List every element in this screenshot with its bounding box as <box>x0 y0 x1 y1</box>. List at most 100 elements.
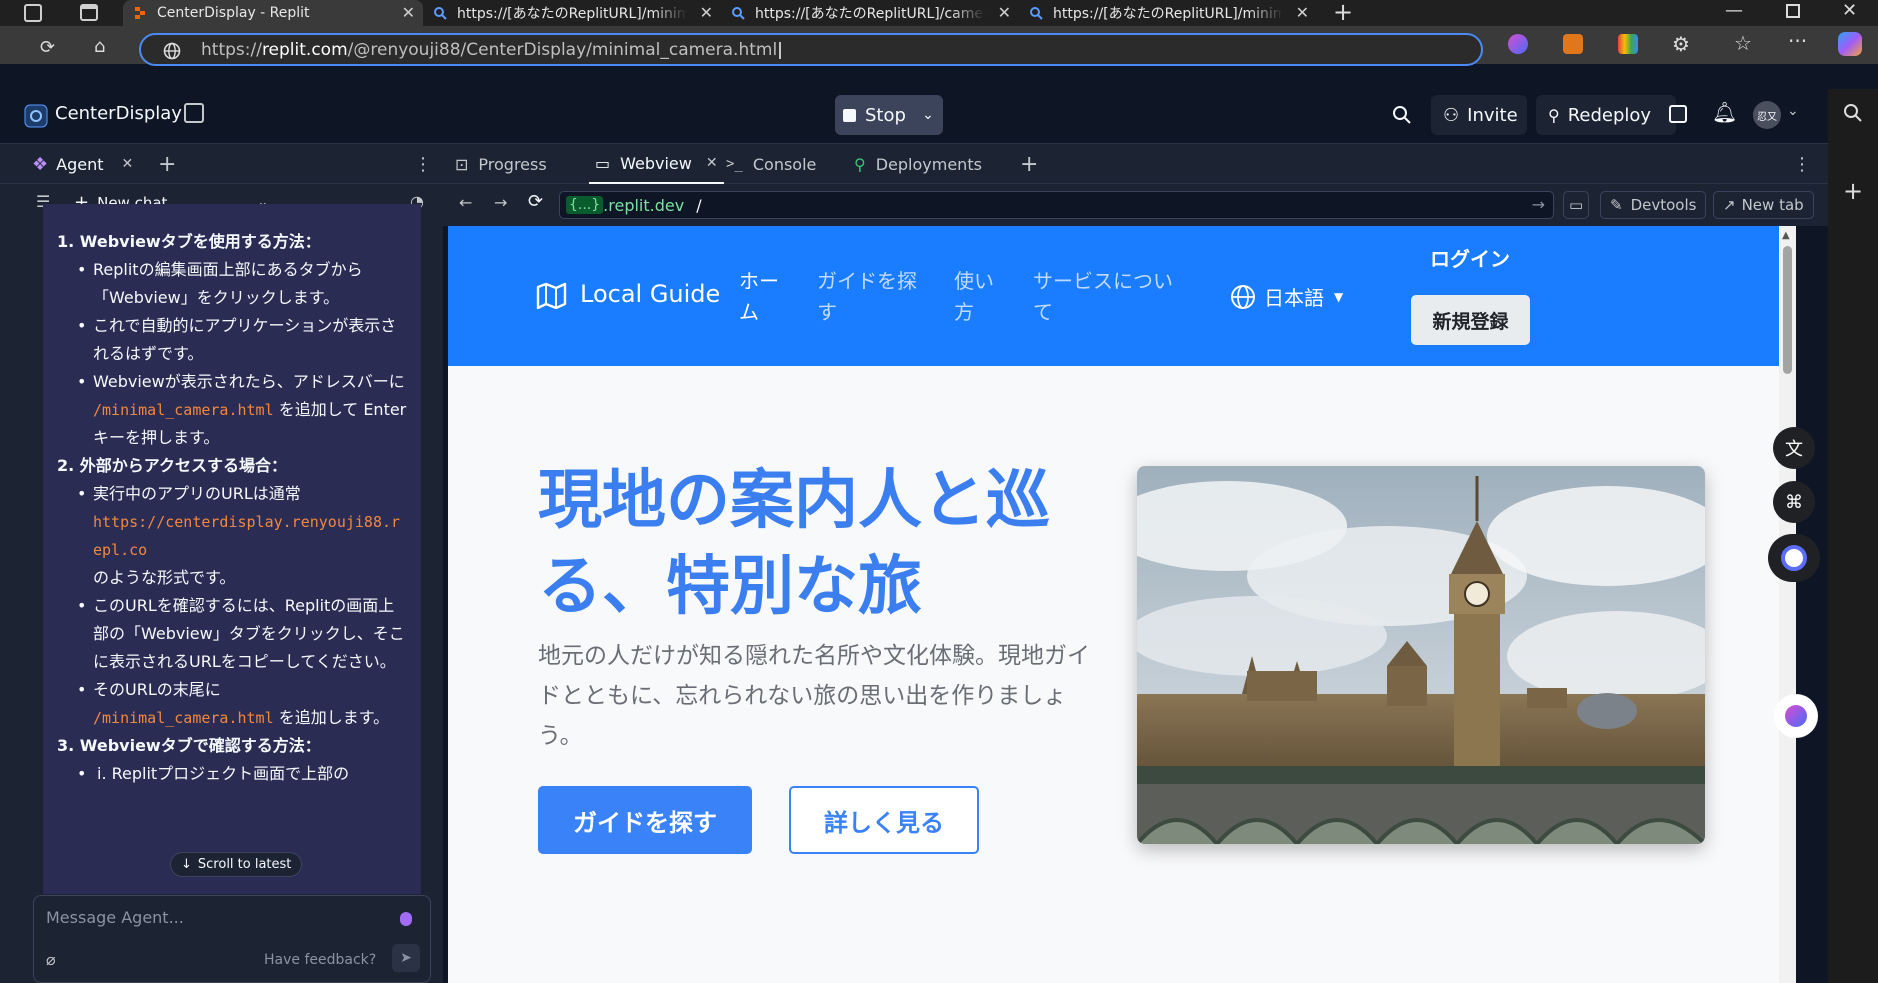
list-item: 実行中のアプリのURLは通常 https://centerdisplay.ren… <box>53 480 411 592</box>
reload-icon[interactable]: ⟳ <box>40 37 55 58</box>
list-item: Webviewが表示されたら、アドレスバーに /minimal_camera.h… <box>53 368 411 452</box>
minimize-window-icon[interactable]: — <box>1725 0 1743 21</box>
search-icon[interactable] <box>1392 105 1412 125</box>
close-window-icon[interactable]: ✕ <box>1842 0 1857 21</box>
sidebar-add-icon[interactable]: + <box>1843 177 1863 205</box>
copilot-float-icon[interactable] <box>1774 694 1818 738</box>
translate-icon[interactable]: 文 <box>1773 427 1815 469</box>
project-info-icon[interactable] <box>184 103 204 123</box>
scrollbar-thumb[interactable] <box>1783 246 1792 374</box>
tab-console[interactable]: >_ Console <box>726 144 816 184</box>
list-item: Replitの編集画面上部にあるタブから「Webview」をクリックします。 <box>53 256 411 312</box>
reload-icon[interactable]: ⟳ <box>528 191 543 212</box>
back-icon[interactable]: ← <box>459 193 472 212</box>
tab-title: https://[あなたのReplitURL]/minimal_camera.h… <box>457 6 687 22</box>
maximize-window-icon[interactable] <box>1786 4 1800 18</box>
tab-agent[interactable]: ❖ Agent ✕ <box>32 144 133 184</box>
project-name[interactable]: CenterDisplay <box>55 103 182 124</box>
favorites-icon[interactable]: ☆ <box>1734 31 1752 55</box>
scroll-latest-label: Scroll to latest <box>197 857 292 872</box>
scroll-up-icon[interactable]: ▲ <box>1782 230 1790 241</box>
terminal-icon: >_ <box>726 156 743 172</box>
site-nav-about-service[interactable]: サービスについて <box>1033 266 1173 328</box>
language-selector[interactable]: 日本語 ▼ <box>1230 282 1343 311</box>
find-guide-button[interactable]: ガイドを探す <box>538 786 752 854</box>
search-favicon-icon <box>1030 7 1043 20</box>
hero-image <box>1137 466 1705 844</box>
address-bar[interactable]: https://replit.com/@renyouji88/CenterDis… <box>139 33 1483 66</box>
sidebar-search-icon[interactable] <box>1843 103 1863 123</box>
learn-more-button[interactable]: 詳しく見る <box>789 786 979 854</box>
inline-code: /minimal_camera.html <box>93 401 274 419</box>
language-label: 日本語 <box>1264 286 1324 310</box>
close-tab-icon[interactable]: ✕ <box>402 3 415 22</box>
close-tab-icon[interactable]: ✕ <box>998 3 1011 22</box>
arrow-down-icon: ↓ <box>181 857 192 872</box>
browser-tab-replit[interactable]: CenterDisplay - Replit ✕ <box>123 0 423 26</box>
add-tab-icon[interactable]: + <box>1020 144 1038 184</box>
list-item: i. Replitプロジェクト画面で上部の <box>53 760 411 788</box>
webview-toolbar: ← → ⟳ {...} .replit.dev / → ▭ ✎ Devtools… <box>443 184 1828 226</box>
tab-deployments[interactable]: ⚲ Deployments <box>854 144 982 184</box>
device-preview-icon[interactable]: ▭ <box>1563 191 1589 219</box>
message-input[interactable]: Message Agent... <box>46 908 184 927</box>
invite-button[interactable]: ⚇ Invite <box>1431 95 1527 135</box>
user-avatar[interactable]: 忍又 <box>1753 101 1781 129</box>
attach-paperclip-icon[interactable]: ⌀ <box>46 950 56 969</box>
close-tab-icon[interactable]: ✕ <box>706 155 718 171</box>
workspaces-icon[interactable] <box>24 4 42 22</box>
deployments-panel-icon[interactable] <box>1669 105 1687 123</box>
deploy-icon: ⚲ <box>1548 105 1560 125</box>
copilot-extension-icon[interactable] <box>1508 34 1528 54</box>
forward-icon[interactable]: → <box>494 193 507 212</box>
list-item: そのURLの末尾に /minimal_camera.html を追加します。 <box>53 676 411 732</box>
metamask-extension-icon[interactable] <box>1563 34 1583 54</box>
panel-more-icon[interactable]: ⋮ <box>414 144 432 184</box>
close-tab-icon[interactable]: ✕ <box>122 156 134 172</box>
tab-title: https://[あなたのReplitURL]/camera.html <box>755 6 985 22</box>
stop-options-chevron-down-icon[interactable]: ⌄ <box>916 95 940 135</box>
new-tab-button[interactable]: ↗ New tab <box>1713 191 1814 219</box>
scroll-to-latest-button[interactable]: ↓ Scroll to latest <box>170 852 303 877</box>
agent-status-dot-icon <box>400 912 412 926</box>
extensions-icon[interactable]: ⚙ <box>1672 32 1690 56</box>
apps-grid-icon[interactable]: ⌘ <box>1773 481 1815 523</box>
panel-more-icon[interactable]: ⋮ <box>1793 144 1811 184</box>
go-arrow-icon[interactable]: → <box>1532 195 1545 214</box>
more-menu-icon[interactable]: ··· <box>1788 29 1807 53</box>
home-icon[interactable]: ⌂ <box>94 36 105 57</box>
copilot-icon[interactable] <box>1838 32 1862 56</box>
color-extension-icon[interactable] <box>1618 34 1638 54</box>
feedback-link[interactable]: Have feedback? <box>264 952 376 968</box>
register-button[interactable]: 新規登録 <box>1411 295 1530 345</box>
tab-progress[interactable]: ⊡ Progress <box>455 144 547 184</box>
site-nav-home[interactable]: ホーム <box>739 266 779 328</box>
tab-actions-icon[interactable] <box>80 4 98 21</box>
site-nav-how-to-use[interactable]: 使い方 <box>954 266 994 328</box>
login-link[interactable]: ログイン <box>1430 243 1510 272</box>
new-tab-icon[interactable]: + <box>1333 0 1353 26</box>
account-chevron-down-icon[interactable]: ⌄ <box>1787 103 1799 119</box>
search-favicon-icon <box>732 7 745 20</box>
assistant-icon[interactable] <box>1768 534 1820 582</box>
notifications-bell-icon[interactable]: 🔔︎ <box>1712 100 1737 124</box>
send-icon[interactable]: ➤ <box>392 944 420 972</box>
close-tab-icon[interactable]: ✕ <box>1296 3 1309 22</box>
close-tab-icon[interactable]: ✕ <box>700 3 713 22</box>
browser-tab-strip: CenterDisplay - Replit ✕ https://[あなたのRe… <box>0 0 1878 26</box>
redeploy-button[interactable]: ⚲ Redeploy <box>1536 95 1676 135</box>
site-nav-find-guide[interactable]: ガイドを探す <box>817 266 917 328</box>
project-avatar-icon[interactable] <box>24 104 48 128</box>
page-scrollbar[interactable]: ▲ <box>1779 226 1796 983</box>
site-info-icon[interactable] <box>163 42 181 60</box>
tab-webview[interactable]: ▭ Webview ✕ <box>589 144 724 184</box>
step-heading: 3. Webviewタブで確認する方法： <box>57 736 321 755</box>
site-brand[interactable]: Local Guide <box>580 280 720 308</box>
browser-tab-camera[interactable]: https://[あなたのReplitURL]/camera.html ✕ <box>721 0 1019 26</box>
message-composer: Message Agent... ⌀ Have feedback? ➤ <box>33 895 431 983</box>
browser-tab-minimal-camera-2[interactable]: https://[あなたのReplitURL]/minimal_camera.h… <box>1019 0 1317 26</box>
webview-url-bar[interactable]: {...} .replit.dev / → <box>559 191 1554 219</box>
browser-tab-minimal-camera[interactable]: https://[あなたのReplitURL]/minimal_camera.h… <box>423 0 721 26</box>
devtools-button[interactable]: ✎ Devtools <box>1600 191 1707 219</box>
add-tab-icon[interactable]: + <box>158 144 176 184</box>
